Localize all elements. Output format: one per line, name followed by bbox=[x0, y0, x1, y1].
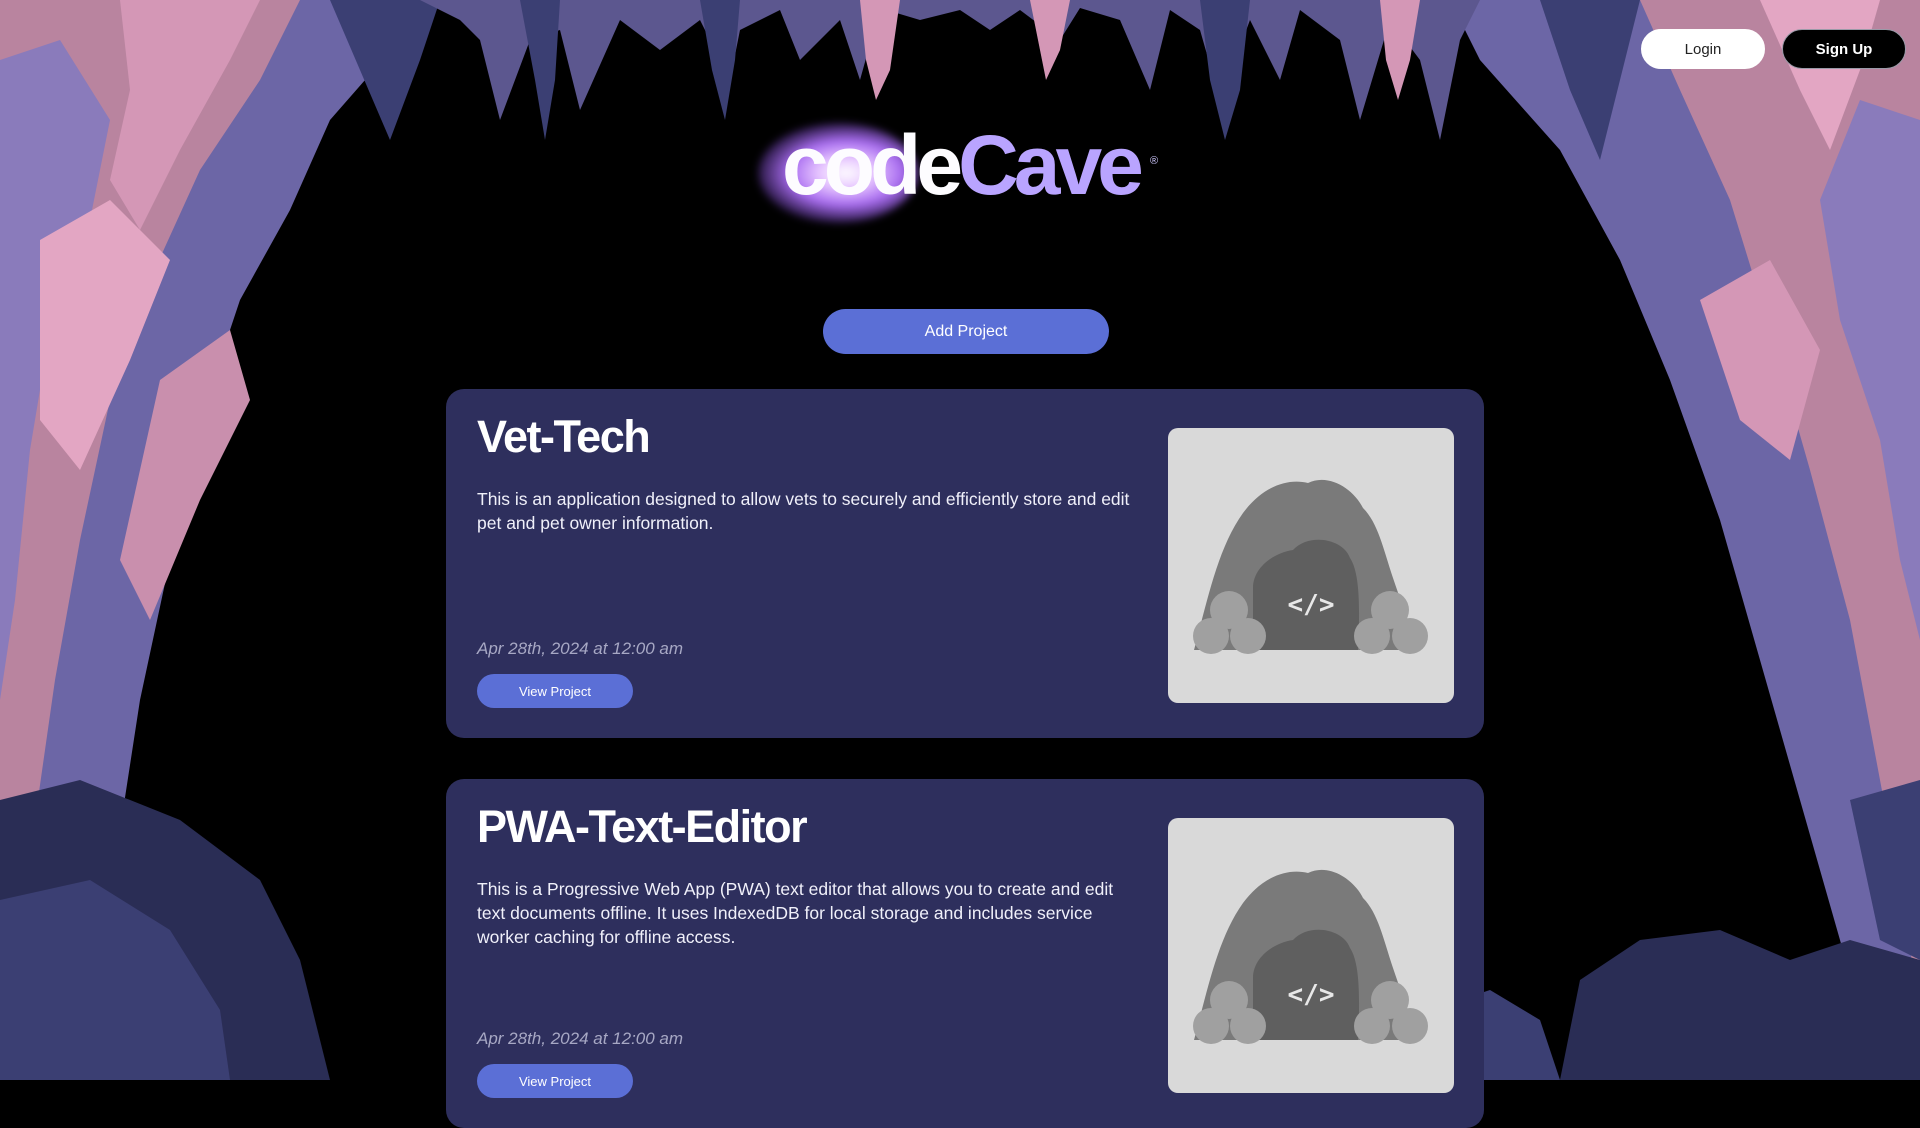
svg-text:</>: </> bbox=[1288, 980, 1335, 1010]
logo-wordmark: codeCave bbox=[782, 123, 1144, 207]
project-title: PWA-Text-Editor bbox=[477, 801, 808, 852]
logo-cave-text: Cave bbox=[958, 118, 1144, 212]
view-project-button[interactable]: View Project bbox=[477, 1064, 633, 1098]
project-card: Vet-Tech This is an application designed… bbox=[446, 389, 1484, 738]
project-description: This is a Progressive Web App (PWA) text… bbox=[477, 879, 1114, 947]
project-date: Apr 28th, 2024 at 12:00 am bbox=[477, 639, 684, 658]
project-title: Vet-Tech bbox=[477, 411, 651, 462]
codecave-logo[interactable]: codeCave ® bbox=[750, 105, 1170, 235]
logo-code-text: code bbox=[782, 118, 963, 212]
project-description: This is an application designed to allow… bbox=[477, 489, 1130, 533]
project-card: PWA-Text-Editor This is a Progressive We… bbox=[446, 779, 1484, 1128]
cave-code-placeholder-icon: </> bbox=[1193, 869, 1428, 1044]
project-thumbnail: </> bbox=[1168, 428, 1454, 703]
signup-button[interactable]: Sign Up bbox=[1782, 29, 1906, 69]
add-project-button[interactable]: Add Project bbox=[823, 309, 1109, 354]
cave-code-placeholder-icon: </> bbox=[1193, 479, 1428, 654]
project-thumbnail: </> bbox=[1168, 818, 1454, 1093]
login-button[interactable]: Login bbox=[1641, 29, 1765, 69]
registered-mark: ® bbox=[1150, 155, 1159, 167]
svg-text:</>: </> bbox=[1288, 590, 1335, 620]
project-date: Apr 28th, 2024 at 12:00 am bbox=[477, 1029, 684, 1048]
auth-bar: Login Sign Up bbox=[1641, 29, 1906, 69]
view-project-button[interactable]: View Project bbox=[477, 674, 633, 708]
